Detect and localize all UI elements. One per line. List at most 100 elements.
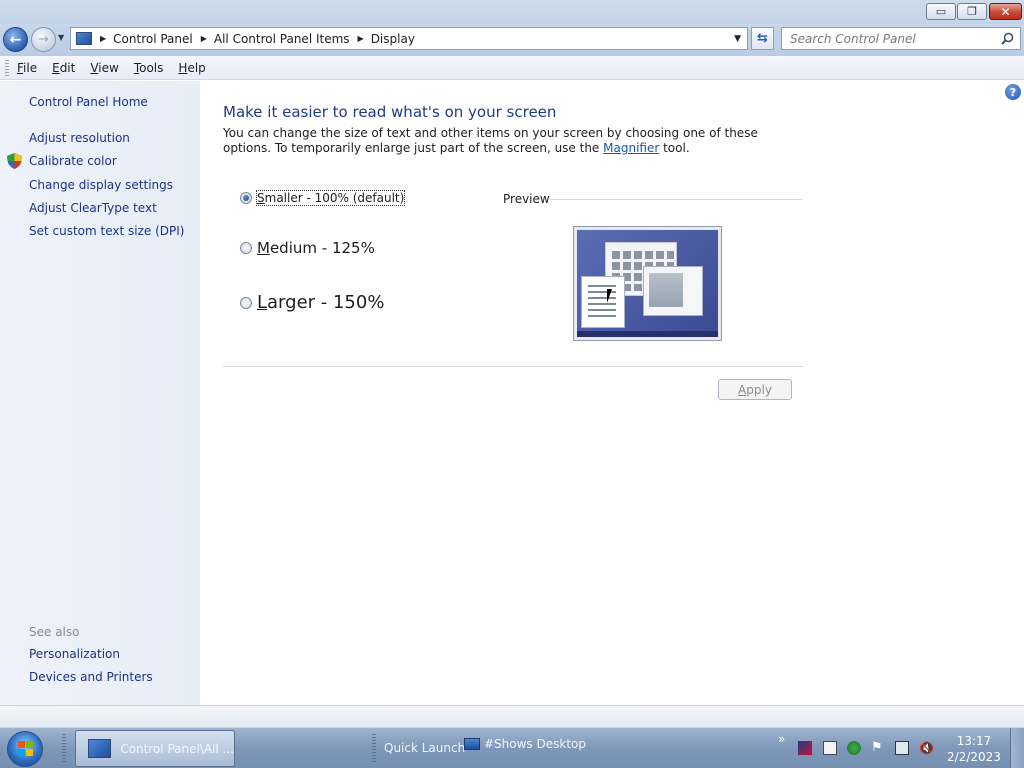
smaller-accel: S bbox=[257, 191, 265, 205]
option-medium[interactable]: Medium - 125% bbox=[240, 239, 375, 257]
menu-view-label: iew bbox=[98, 60, 119, 75]
custom-text-size-link[interactable]: Set custom text size (DPI) bbox=[29, 224, 184, 238]
magnifier-link[interactable]: Magnifier bbox=[603, 141, 659, 155]
title-bar: ▭ ❐ ✕ bbox=[0, 0, 1024, 24]
recent-pages-dropdown-icon[interactable]: ▼ bbox=[58, 33, 64, 42]
search-box[interactable] bbox=[781, 27, 1021, 50]
menu-view[interactable]: View bbox=[90, 61, 118, 75]
control-panel-icon bbox=[88, 739, 112, 758]
divider bbox=[223, 366, 803, 367]
close-button[interactable]: ✕ bbox=[989, 3, 1022, 20]
tray-overflow-icon[interactable]: » bbox=[778, 732, 785, 746]
security-check-icon[interactable] bbox=[847, 741, 861, 755]
clipboard-icon[interactable] bbox=[823, 741, 837, 755]
start-button[interactable] bbox=[7, 731, 43, 767]
option-larger[interactable]: Larger - 150% bbox=[240, 292, 384, 313]
preview-screen bbox=[577, 230, 718, 337]
see-also-heading: See also bbox=[29, 625, 80, 639]
shows-desktop-label: #Shows Desktop bbox=[484, 737, 586, 751]
refresh-button[interactable]: ⇆ bbox=[751, 27, 774, 50]
close-icon: ✕ bbox=[1000, 4, 1011, 19]
minimize-icon: ▭ bbox=[935, 5, 947, 18]
menu-bar: File Edit View Tools Help bbox=[0, 56, 1024, 80]
menu-file[interactable]: File bbox=[17, 61, 37, 75]
menu-file-label: ile bbox=[23, 60, 38, 75]
adjust-cleartype-link[interactable]: Adjust ClearType text bbox=[29, 201, 157, 215]
larger-text: arger - 150% bbox=[267, 292, 385, 313]
control-panel-home-link[interactable]: Control Panel Home bbox=[29, 95, 148, 109]
address-dropdown-icon[interactable]: ▼ bbox=[734, 34, 741, 44]
smaller-label[interactable]: Smaller - 100% (default) bbox=[255, 190, 406, 206]
quick-launch-label[interactable]: Quick Launch bbox=[384, 741, 465, 755]
breadcrumb-all-items[interactable]: All Control Panel Items bbox=[214, 32, 350, 46]
toolbar-grip[interactable] bbox=[372, 734, 376, 764]
smaller-radio[interactable] bbox=[240, 192, 252, 204]
search-icon[interactable] bbox=[1001, 32, 1014, 45]
taskbar-grip[interactable] bbox=[62, 734, 66, 764]
larger-radio[interactable] bbox=[240, 296, 252, 309]
breadcrumb-arrow-icon[interactable]: ▶ bbox=[100, 34, 106, 43]
menu-grip bbox=[5, 59, 9, 76]
volume-muted-icon[interactable]: 🔇 bbox=[919, 741, 934, 755]
show-desktop-button[interactable] bbox=[1010, 728, 1024, 768]
desktop-icon bbox=[464, 738, 480, 750]
shows-desktop-shortcut[interactable]: #Shows Desktop bbox=[464, 737, 586, 751]
option-smaller[interactable]: Smaller - 100% (default) bbox=[240, 190, 406, 206]
maximize-button[interactable]: ❐ bbox=[957, 3, 987, 20]
page-title: Make it easier to read what's on your sc… bbox=[223, 103, 557, 121]
network-icon[interactable] bbox=[895, 741, 909, 755]
preview-picture bbox=[649, 273, 683, 307]
refresh-icon: ⇆ bbox=[757, 31, 768, 46]
menu-edit-label: dit bbox=[59, 60, 76, 75]
breadcrumb-arrow-icon[interactable]: ▶ bbox=[201, 34, 207, 43]
calibrate-color-link[interactable]: Calibrate color bbox=[29, 154, 117, 168]
larger-accel: L bbox=[257, 292, 268, 313]
back-arrow-icon: ← bbox=[9, 31, 22, 48]
address-bar[interactable]: ▶ Control Panel ▶ All Control Panel Item… bbox=[70, 27, 748, 50]
menu-help-label: elp bbox=[187, 60, 206, 75]
taskbar-window-title: Control Panel\All ... bbox=[120, 741, 234, 756]
preview-window-list bbox=[581, 276, 625, 328]
smaller-text: maller - 100% (default) bbox=[264, 191, 405, 205]
forward-button[interactable]: → bbox=[31, 27, 56, 52]
action-center-flag-icon[interactable]: ⚑ bbox=[871, 741, 885, 755]
intro-text-end: tool. bbox=[659, 141, 690, 155]
medium-radio[interactable] bbox=[240, 242, 252, 254]
language-flag-icon[interactable] bbox=[798, 741, 812, 755]
devices-and-printers-link[interactable]: Devices and Printers bbox=[29, 670, 153, 684]
minimize-button[interactable]: ▭ bbox=[926, 3, 956, 20]
task-pane: Control Panel Home Adjust resolution Cal… bbox=[0, 81, 200, 705]
cursor-icon bbox=[607, 289, 617, 303]
navigation-bar: ← → ▼ ▶ Control Panel ▶ All Control Pane… bbox=[0, 24, 1024, 56]
preview-window-picture bbox=[643, 266, 703, 316]
uac-shield-icon bbox=[7, 153, 22, 169]
taskbar: Control Panel\All ... Quick Launch #Show… bbox=[0, 727, 1024, 768]
menu-tools-label: ools bbox=[139, 60, 164, 75]
search-input[interactable] bbox=[790, 31, 990, 46]
clock[interactable]: 13:17 2/2/2023 bbox=[944, 733, 1004, 765]
menu-tools[interactable]: Tools bbox=[134, 61, 164, 75]
change-display-settings-link[interactable]: Change display settings bbox=[29, 178, 173, 192]
taskbar-control-panel-button[interactable]: Control Panel\All ... bbox=[75, 730, 235, 767]
breadcrumb-display[interactable]: Display bbox=[371, 32, 415, 46]
main-content: ? Make it easier to read what's on your … bbox=[200, 81, 1024, 705]
larger-label[interactable]: Larger - 150% bbox=[257, 292, 384, 313]
restore-icon: ❐ bbox=[967, 5, 977, 18]
menu-edit-accel: E bbox=[52, 60, 60, 75]
preview-divider bbox=[550, 199, 802, 200]
adjust-resolution-link[interactable]: Adjust resolution bbox=[29, 131, 130, 145]
personalization-link[interactable]: Personalization bbox=[29, 647, 120, 661]
help-icon[interactable]: ? bbox=[1005, 84, 1021, 100]
preview-image bbox=[573, 226, 722, 341]
apply-button[interactable]: Apply bbox=[718, 379, 792, 400]
menu-help[interactable]: Help bbox=[178, 61, 205, 75]
control-panel-icon bbox=[76, 32, 92, 45]
preview-label: Preview bbox=[503, 192, 550, 206]
clock-date: 2/2/2023 bbox=[947, 750, 1001, 764]
breadcrumb-arrow-icon[interactable]: ▶ bbox=[358, 34, 364, 43]
medium-accel: M bbox=[257, 239, 270, 257]
back-button[interactable]: ← bbox=[3, 27, 28, 52]
breadcrumb-control-panel[interactable]: Control Panel bbox=[113, 32, 193, 46]
menu-edit[interactable]: Edit bbox=[52, 61, 75, 75]
medium-label[interactable]: Medium - 125% bbox=[257, 239, 375, 257]
